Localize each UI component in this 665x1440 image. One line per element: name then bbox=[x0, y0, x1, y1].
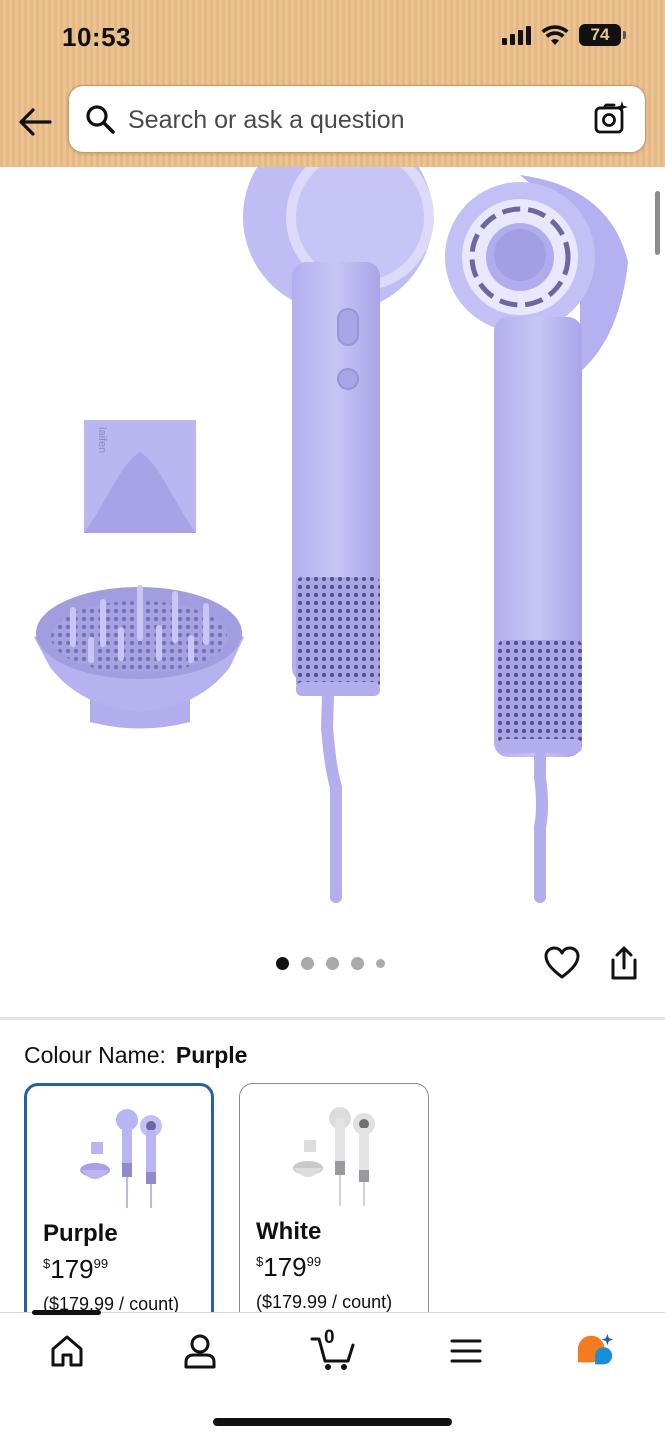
section-divider bbox=[0, 1017, 665, 1020]
price-whole: 179 bbox=[263, 1252, 307, 1282]
search-input[interactable]: Search or ask a question bbox=[128, 106, 405, 135]
battery-icon: 74 bbox=[579, 24, 626, 46]
nozzle-brand-mark: laifen bbox=[96, 427, 108, 453]
camera-lens-icon[interactable] bbox=[593, 100, 629, 136]
colour-name-label: Colour Name: Purple bbox=[24, 1042, 247, 1069]
top-header: 10:53 74 Search or ask a question bbox=[0, 0, 665, 167]
diffuser-attachment bbox=[34, 585, 244, 729]
cart-count: 0 bbox=[324, 1327, 335, 1348]
colour-name-value: Purple bbox=[175, 1042, 248, 1068]
heart-icon[interactable] bbox=[543, 944, 581, 982]
active-tab-indicator bbox=[32, 1310, 101, 1315]
cellular-signal-icon bbox=[502, 25, 531, 45]
colour-option-price: $17999 bbox=[43, 1254, 108, 1285]
white-product-thumbnail bbox=[293, 1107, 375, 1206]
pagination-dot-5[interactable] bbox=[376, 959, 385, 968]
image-pagination-dots[interactable] bbox=[276, 957, 385, 970]
back-arrow-icon[interactable] bbox=[16, 104, 56, 140]
search-bar[interactable]: Search or ask a question bbox=[69, 86, 645, 152]
share-icon[interactable] bbox=[606, 944, 642, 982]
hair-dryer-front bbox=[243, 167, 434, 903]
pagination-dot-2[interactable] bbox=[301, 957, 314, 970]
colour-option-name: Purple bbox=[43, 1220, 118, 1247]
colour-option-purple[interactable]: Purple $17999 ($179.99 / count) bbox=[24, 1083, 214, 1343]
pagination-dot-4[interactable] bbox=[351, 957, 364, 970]
concentrator-nozzle: laifen bbox=[84, 420, 196, 533]
gallery-scrollbar bbox=[655, 191, 660, 255]
pagination-dot-3[interactable] bbox=[326, 957, 339, 970]
price-currency: $ bbox=[43, 1256, 51, 1271]
pagination-dot-1[interactable] bbox=[276, 957, 289, 970]
colour-option-white[interactable]: White $17999 ($179.99 / count) bbox=[239, 1083, 429, 1343]
product-image[interactable]: laifen bbox=[0, 167, 665, 927]
wifi-icon bbox=[541, 25, 569, 45]
home-indicator bbox=[213, 1418, 452, 1426]
bottom-navigation-bar: 0 bbox=[0, 1310, 665, 1440]
price-fraction: 99 bbox=[93, 1256, 109, 1271]
home-icon[interactable] bbox=[47, 1331, 87, 1371]
cart-button[interactable]: 0 bbox=[310, 1327, 356, 1371]
price-whole: 179 bbox=[50, 1254, 94, 1284]
account-icon[interactable] bbox=[180, 1331, 220, 1371]
price-currency: $ bbox=[256, 1254, 264, 1269]
colour-option-name: White bbox=[256, 1218, 322, 1245]
menu-icon[interactable] bbox=[446, 1331, 486, 1371]
purple-product-thumbnail bbox=[80, 1109, 162, 1208]
status-time: 10:53 bbox=[62, 22, 131, 52]
colour-name-key: Colour Name: bbox=[24, 1042, 166, 1068]
rufus-assistant-icon[interactable] bbox=[576, 1331, 616, 1371]
battery-level: 74 bbox=[590, 25, 610, 44]
product-image-gallery[interactable]: laifen bbox=[0, 167, 665, 1017]
price-fraction: 99 bbox=[306, 1254, 322, 1269]
hair-dryer-back bbox=[445, 175, 628, 903]
search-icon bbox=[86, 105, 115, 134]
status-icons: 74 bbox=[502, 24, 626, 46]
colour-option-price: $17999 bbox=[256, 1252, 321, 1283]
unit-price: ($179.99 / count) bbox=[256, 1292, 393, 1312]
